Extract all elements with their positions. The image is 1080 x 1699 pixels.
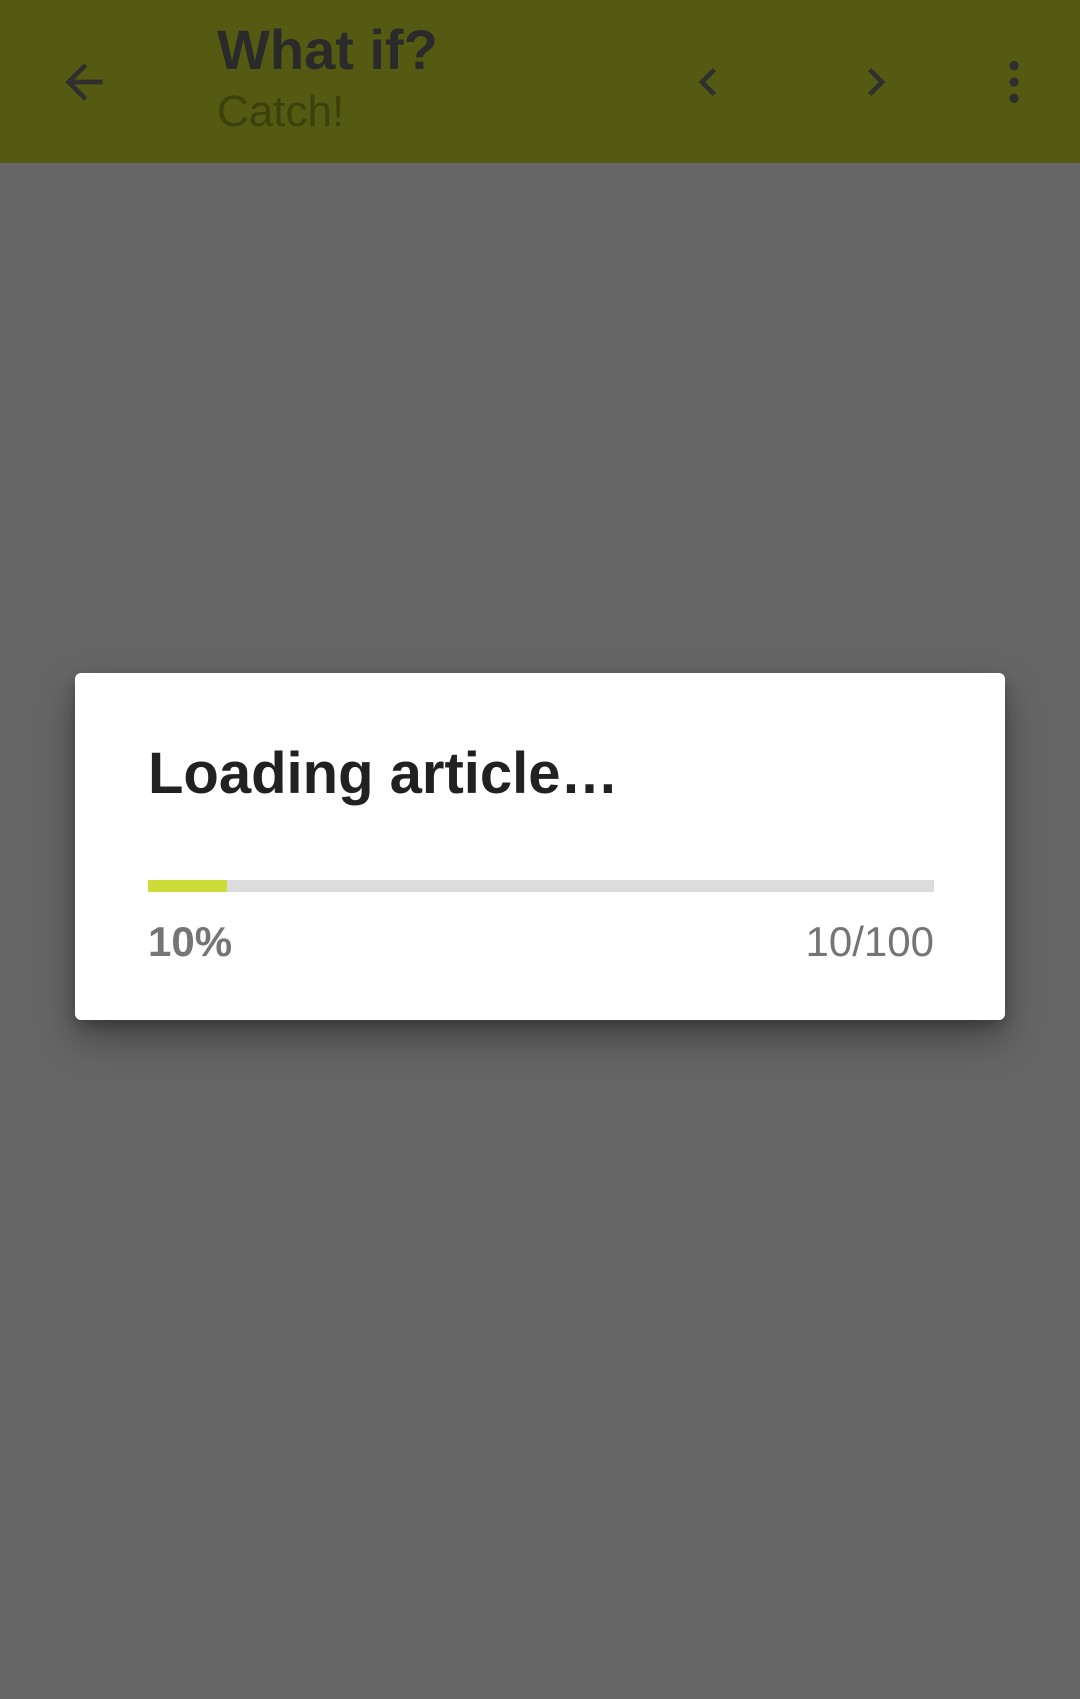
progress-bar	[148, 880, 934, 892]
loading-dialog: Loading article… 10% 10/100	[75, 673, 1005, 1020]
dialog-title: Loading article…	[148, 741, 619, 806]
progress-percent: 10%	[148, 918, 233, 965]
progress-bar-fill	[148, 880, 227, 892]
progress-count: 10/100	[805, 918, 934, 965]
